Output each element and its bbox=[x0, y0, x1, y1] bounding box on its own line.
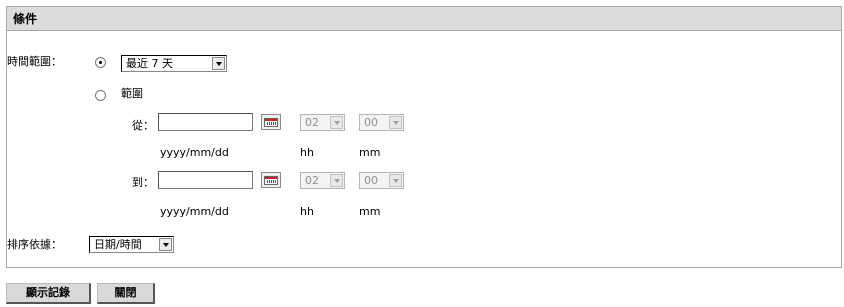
criteria-panel: 條件 bbox=[6, 6, 842, 268]
from-minute-select[interactable]: 00 bbox=[359, 114, 404, 131]
to-minute-hint: mm bbox=[359, 205, 381, 218]
to-date-format-hint: yyyy/mm/dd bbox=[160, 205, 229, 218]
to-minute-select[interactable]: 00 bbox=[359, 172, 404, 189]
custom-range-radio[interactable] bbox=[95, 90, 106, 101]
panel-title: 條件 bbox=[7, 7, 841, 31]
preset-range-radio[interactable] bbox=[95, 57, 106, 68]
from-calendar-icon[interactable] bbox=[261, 114, 281, 130]
to-minute-value: 00 bbox=[364, 174, 378, 187]
chevron-down-icon bbox=[389, 174, 402, 187]
to-hour-hint: hh bbox=[300, 205, 314, 218]
to-label: 到： bbox=[132, 176, 154, 189]
from-hour-select[interactable]: 02 bbox=[300, 114, 345, 131]
to-hour-select[interactable]: 02 bbox=[300, 172, 345, 189]
time-range-label: 時間範圍： bbox=[7, 55, 62, 68]
from-date-input[interactable] bbox=[158, 113, 253, 131]
show-log-button[interactable]: 顯示記錄 bbox=[6, 283, 91, 304]
to-date-input[interactable] bbox=[158, 171, 253, 189]
from-hour-value: 02 bbox=[305, 116, 319, 129]
sort-value: 日期/時間 bbox=[94, 238, 142, 251]
from-minute-value: 00 bbox=[364, 116, 378, 129]
to-hour-value: 02 bbox=[305, 174, 319, 187]
from-hour-hint: hh bbox=[300, 146, 314, 159]
close-button[interactable]: 關閉 bbox=[97, 283, 155, 304]
custom-range-label: 範圍 bbox=[121, 87, 143, 100]
chevron-down-icon bbox=[330, 174, 343, 187]
preset-range-value: 最近 7 天 bbox=[126, 57, 173, 70]
chevron-down-icon bbox=[330, 116, 343, 129]
calendar-face-icon bbox=[264, 176, 278, 185]
radio-selected-dot bbox=[99, 61, 102, 64]
chevron-down-icon bbox=[389, 116, 402, 129]
from-label: 從： bbox=[132, 119, 154, 132]
preset-range-select[interactable]: 最近 7 天 bbox=[121, 55, 227, 72]
calendar-face-icon bbox=[264, 118, 278, 127]
sort-label: 排序依據： bbox=[7, 238, 62, 251]
chevron-down-icon bbox=[159, 238, 172, 251]
from-date-format-hint: yyyy/mm/dd bbox=[160, 146, 229, 159]
from-minute-hint: mm bbox=[359, 146, 381, 159]
chevron-down-icon bbox=[212, 57, 225, 70]
sort-select[interactable]: 日期/時間 bbox=[89, 236, 174, 253]
to-calendar-icon[interactable] bbox=[261, 172, 281, 188]
